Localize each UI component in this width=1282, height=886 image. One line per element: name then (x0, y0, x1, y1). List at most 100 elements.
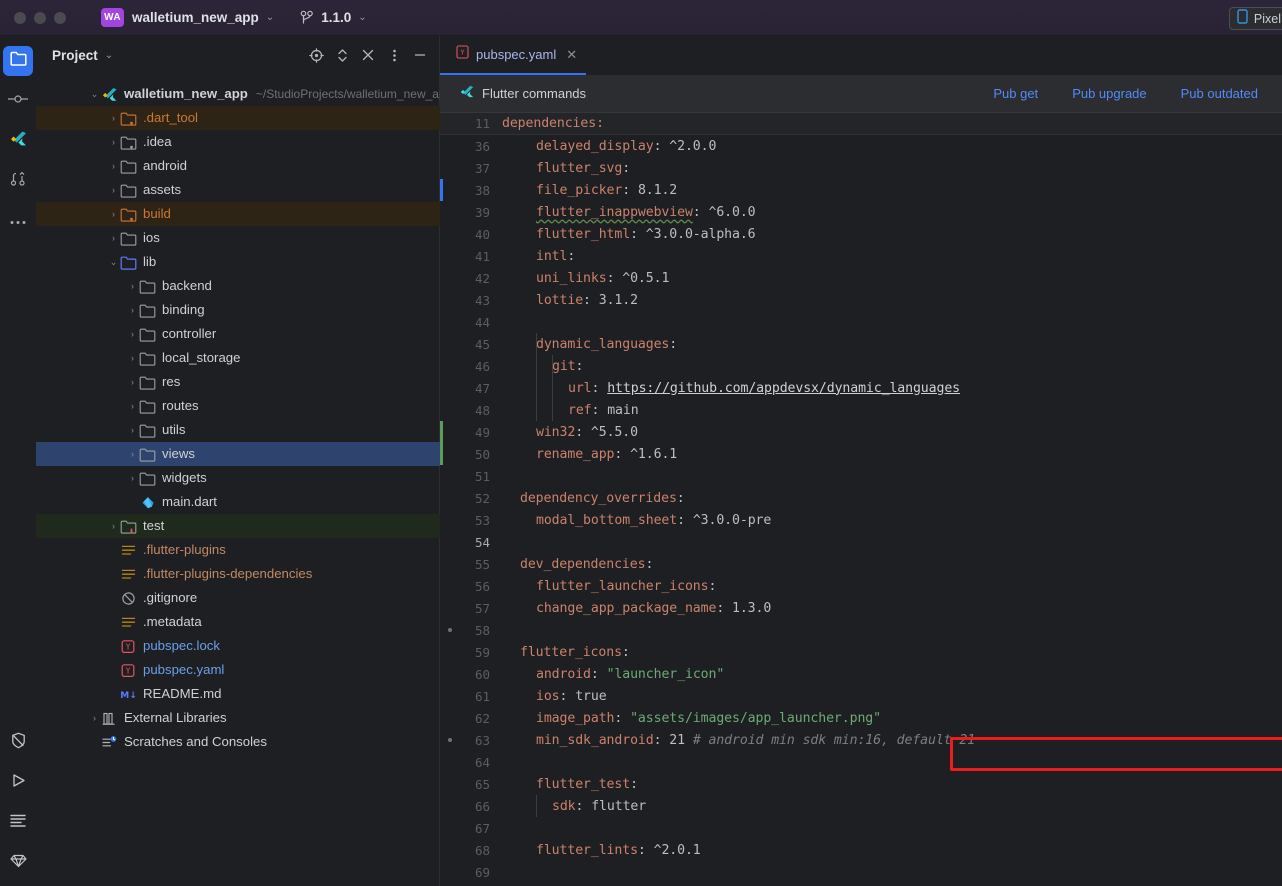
code-line[interactable]: 45 dynamic_languages: (440, 333, 1282, 355)
code-line[interactable]: 44 (440, 311, 1282, 333)
chevron-right-icon[interactable]: › (126, 329, 139, 339)
tree-item-metadata[interactable]: .metadata (36, 610, 440, 634)
tree-item-idea[interactable]: › .idea (36, 130, 440, 154)
rail-item-terminal[interactable] (3, 808, 33, 838)
chevron-right-icon[interactable]: › (126, 449, 139, 459)
tree-item-android[interactable]: › android (36, 154, 440, 178)
tree-item-external-libraries[interactable]: › External Libraries (36, 706, 440, 730)
chevron-right-icon[interactable]: › (107, 209, 120, 219)
code-line[interactable]: 48 ref: main (440, 399, 1282, 421)
close-icon[interactable]: ✕ (566, 47, 577, 63)
tree-item-lib[interactable]: ⌄ lib (36, 250, 440, 274)
chevron-down-icon[interactable]: ⌄ (107, 257, 120, 268)
code-line[interactable]: 65 flutter_test: (440, 773, 1282, 795)
fold-dot-icon[interactable] (448, 738, 452, 742)
code-line[interactable]: 39 flutter_inappwebview: ^6.0.0 (440, 201, 1282, 223)
code-line[interactable]: 46 git: (440, 355, 1282, 377)
tree-item-res[interactable]: › res (36, 370, 440, 394)
pub-outdated-link[interactable]: Pub outdated (1181, 86, 1258, 101)
rail-item-flutter[interactable] (3, 126, 33, 156)
tree-item-build[interactable]: › build (36, 202, 440, 226)
tree-item-flutter-plugins[interactable]: .flutter-plugins (36, 538, 440, 562)
code-line[interactable]: 47 url: https://github.com/appdevsx/dynam… (440, 377, 1282, 399)
gutter-change-marker[interactable] (440, 443, 443, 465)
tree-item-assets[interactable]: › assets (36, 178, 440, 202)
code-line[interactable]: 59 flutter_icons: (440, 641, 1282, 663)
code-line[interactable]: 49 win32: ^5.5.0 (440, 421, 1282, 443)
close-window-button[interactable] (14, 11, 26, 24)
code-line[interactable]: 56 flutter_launcher_icons: (440, 575, 1282, 597)
code-line[interactable]: 66 sdk: flutter (440, 795, 1282, 817)
tree-item-flutter-plugins-dependencies[interactable]: .flutter-plugins-dependencies (36, 562, 440, 586)
code-line[interactable]: 51 (440, 465, 1282, 487)
chevron-right-icon[interactable]: › (126, 377, 139, 387)
chevron-down-icon[interactable]: ⌄ (266, 12, 274, 23)
device-selector[interactable]: Pixel (1228, 7, 1282, 30)
code-line[interactable]: 50 rename_app: ^1.6.1 (440, 443, 1282, 465)
panel-chevron-down-icon[interactable]: ⌄ (105, 50, 113, 61)
rail-item-database[interactable] (3, 848, 33, 878)
tree-item-backend[interactable]: › backend (36, 274, 440, 298)
window-controls[interactable] (14, 11, 66, 24)
code-line[interactable]: 36 delayed_display: ^2.0.0 (440, 135, 1282, 157)
code-line[interactable]: 61 ios: true (440, 685, 1282, 707)
maximize-window-button[interactable] (54, 11, 66, 24)
gutter-change-marker[interactable] (440, 179, 443, 201)
tree-item-walletium-new-app[interactable]: ⌄ walletium_new_app ~/StudioProjects/walle… (36, 82, 453, 106)
code-line[interactable]: 41 intl: (440, 245, 1282, 267)
rail-item-pull-requests[interactable] (3, 166, 33, 196)
tree-item-controller[interactable]: › controller (36, 322, 440, 346)
tree-item-readme-md[interactable]: M↓ README.md (36, 682, 440, 706)
tree-item-test[interactable]: › test (36, 514, 440, 538)
branch-chevron-down-icon[interactable]: ⌄ (358, 12, 366, 23)
tree-item-binding[interactable]: › binding (36, 298, 440, 322)
chevron-right-icon[interactable]: › (126, 353, 139, 363)
expand-collapse-icon[interactable] (331, 44, 353, 66)
pub-get-link[interactable]: Pub get (993, 86, 1038, 101)
chevron-right-icon[interactable]: › (107, 233, 120, 243)
rail-item-problems[interactable] (3, 728, 33, 758)
tab-pubspec-yaml[interactable]: Y pubspec.yaml ✕ (440, 36, 587, 75)
tree-item-views[interactable]: › views (36, 442, 440, 466)
code-line[interactable]: 62 image_path: "assets/images/app_launche… (440, 707, 1282, 729)
code-line[interactable]: 40 flutter_html: ^3.0.0-alpha.6 (440, 223, 1282, 245)
tree-item-ios[interactable]: › ios (36, 226, 440, 250)
rail-item-commit[interactable] (3, 86, 33, 116)
chevron-right-icon[interactable]: › (126, 473, 139, 483)
tree-item-routes[interactable]: › routes (36, 394, 440, 418)
chevron-right-icon[interactable]: › (126, 281, 139, 291)
sticky-scope-header[interactable]: 11 dependencies: (440, 113, 1282, 135)
chevron-right-icon[interactable]: › (126, 425, 139, 435)
tree-item-dart-tool[interactable]: › .dart_tool (36, 106, 440, 130)
code-line[interactable]: 37 flutter_svg: (440, 157, 1282, 179)
tree-item-gitignore[interactable]: .gitignore (36, 586, 440, 610)
code-line[interactable]: 52 dependency_overrides: (440, 487, 1282, 509)
code-line[interactable]: 67 (440, 817, 1282, 839)
code-line[interactable]: 55 dev_dependencies: (440, 553, 1282, 575)
chevron-right-icon[interactable]: › (107, 185, 120, 195)
chevron-right-icon[interactable]: › (88, 713, 101, 723)
tree-item-main-dart[interactable]: main.dart (36, 490, 440, 514)
chevron-right-icon[interactable]: › (107, 521, 120, 531)
chevron-down-icon[interactable]: ⌄ (88, 89, 101, 100)
tree-item-scratches-and-consoles[interactable]: Scratches and Consoles (36, 730, 440, 754)
rail-item-project[interactable] (3, 46, 33, 76)
locate-target-icon[interactable] (305, 44, 327, 66)
collapse-all-icon[interactable] (357, 44, 379, 66)
pub-upgrade-link[interactable]: Pub upgrade (1072, 86, 1146, 101)
code-line[interactable]: 58 (440, 619, 1282, 641)
gutter-change-marker[interactable] (440, 421, 443, 443)
branch-selector[interactable]: 1.1.0 ⌄ (300, 10, 367, 25)
fold-dot-icon[interactable] (448, 628, 452, 632)
tree-item-widgets[interactable]: › widgets (36, 466, 440, 490)
code-line[interactable]: 54 (440, 531, 1282, 553)
code-line[interactable]: 60 android: "launcher_icon" (440, 663, 1282, 685)
minimize-window-button[interactable] (34, 11, 46, 24)
rail-item-more[interactable] (3, 206, 33, 236)
minimize-icon[interactable] (409, 44, 431, 66)
project-name-label[interactable]: walletium_new_app (132, 10, 259, 25)
more-options-icon[interactable] (383, 44, 405, 66)
code-line[interactable]: 57 change_app_package_name: 1.3.0 (440, 597, 1282, 619)
tree-item-utils[interactable]: › utils (36, 418, 440, 442)
chevron-right-icon[interactable]: › (126, 401, 139, 411)
